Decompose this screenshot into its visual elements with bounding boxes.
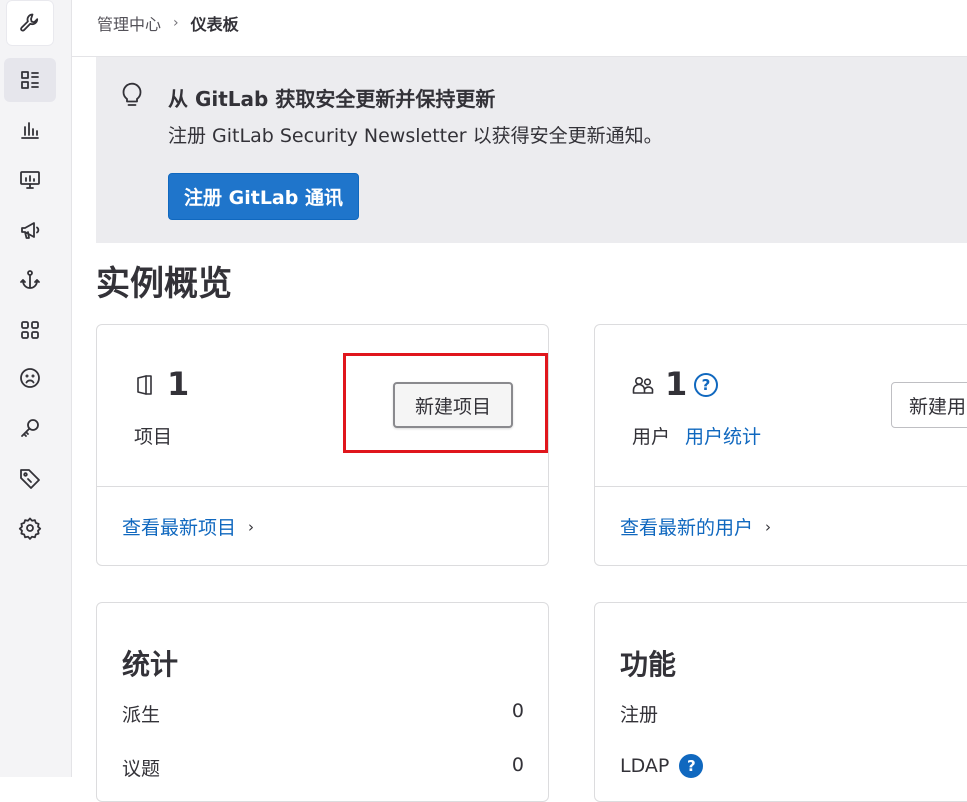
megaphone-icon[interactable] <box>6 208 54 252</box>
card-divider <box>97 486 548 487</box>
wrench-icon[interactable] <box>6 0 54 46</box>
key-icon[interactable] <box>6 406 54 450</box>
settings-icon[interactable] <box>6 506 54 550</box>
breadcrumb-current: 仪表板 <box>190 15 239 34</box>
users-label: 用户 <box>632 426 671 448</box>
issues-value: 0 <box>511 754 524 776</box>
new-user-button[interactable]: 新建用 <box>891 382 967 428</box>
forks-label: 派生 <box>122 704 161 726</box>
users-help-icon[interactable]: ? <box>694 373 718 397</box>
highlight-box <box>343 353 548 453</box>
chart-icon[interactable] <box>6 108 54 152</box>
chevron-right-icon: › <box>248 517 255 536</box>
question-circle-icon[interactable]: ? <box>679 754 704 778</box>
view-latest-projects-link[interactable]: 查看最新项目 › <box>122 513 254 540</box>
page-title: 实例概览 <box>96 264 232 304</box>
breadcrumb: 管理中心 › 仪表板 <box>97 11 239 35</box>
monitor-icon[interactable] <box>6 158 54 202</box>
abuse-icon[interactable] <box>6 356 54 400</box>
view-latest-users-link[interactable]: 查看最新的用户 › <box>620 513 771 540</box>
view-latest-projects-label: 查看最新项目 <box>122 517 237 539</box>
users-card: 1 ? 用户 用户统计 新建用 查看最新的用户 › <box>594 324 967 566</box>
projects-label: 项目 <box>134 426 173 448</box>
ldap-row: LDAP ? <box>620 754 704 778</box>
statistics-title: 统计 <box>122 648 179 681</box>
features-card: 功能 注册 LDAP ? <box>594 602 967 802</box>
statistics-card: 统计 派生 0 议题 0 <box>96 602 549 802</box>
lightbulb-icon <box>120 81 144 109</box>
banner-text: 注册 GitLab Security Newsletter 以获得安全更新通知。 <box>168 125 663 147</box>
users-icon <box>631 373 655 401</box>
sign-up-label: 注册 <box>620 704 659 726</box>
card-divider <box>595 486 967 487</box>
breadcrumb-admin-link[interactable]: 管理中心 <box>97 11 161 35</box>
users-statistics-link[interactable]: 用户统计 <box>685 422 761 449</box>
banner-title: 从 GitLab 获取安全更新并保持更新 <box>168 87 496 111</box>
question-circle-icon[interactable]: ? <box>694 373 718 397</box>
subscribe-newsletter-button[interactable]: 注册 GitLab 通讯 <box>168 173 359 220</box>
users-count: 1 <box>665 365 688 403</box>
security-newsletter-banner: 从 GitLab 获取安全更新并保持更新 注册 GitLab Security … <box>96 57 967 243</box>
features-title: 功能 <box>620 648 677 681</box>
forks-value: 0 <box>511 700 524 722</box>
chevron-right-icon: › <box>765 517 772 536</box>
ldap-label: LDAP <box>620 755 670 777</box>
label-icon[interactable] <box>6 456 54 500</box>
project-icon <box>135 373 155 401</box>
dashboard-icon[interactable] <box>4 58 56 102</box>
projects-count: 1 <box>167 365 190 403</box>
admin-sidebar <box>0 0 72 777</box>
apps-icon[interactable] <box>6 308 54 352</box>
view-latest-users-label: 查看最新的用户 <box>620 517 754 539</box>
chevron-right-icon: › <box>173 15 179 31</box>
anchor-icon[interactable] <box>6 258 54 302</box>
